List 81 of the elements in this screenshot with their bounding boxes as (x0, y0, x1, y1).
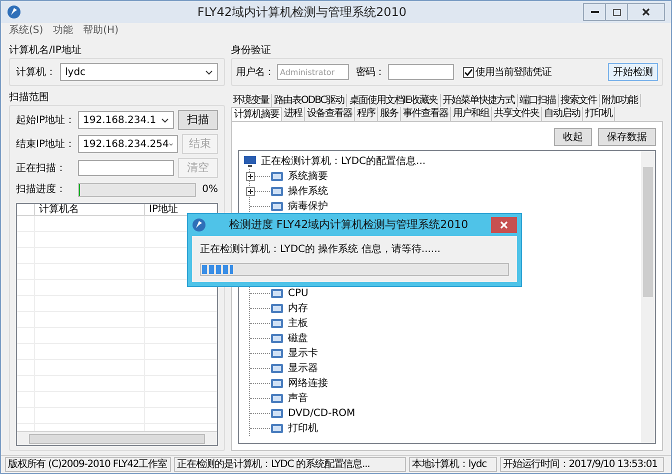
horizontal-scrollbar[interactable] (17, 431, 217, 445)
tab[interactable]: 附加功能 (600, 94, 641, 107)
group-title: 扫描范围 (9, 90, 50, 105)
panel-button[interactable]: 保存数据 (598, 128, 656, 146)
field-label: 起始IP地址： (16, 114, 74, 128)
status-text: 正在检测的是计算机：LYDC 的系统配置信息... (174, 457, 406, 472)
computer-icon (243, 154, 257, 168)
tab[interactable]: 搜索文件 (558, 94, 600, 107)
device-icon (270, 287, 284, 300)
tab[interactable]: 计算机摘要 (231, 107, 282, 121)
panel-button[interactable]: 收起 (554, 128, 592, 146)
field-label: 结束IP地址： (16, 138, 74, 152)
app-icon (7, 5, 21, 19)
window-title: FLY42域内计算机检测与管理系统2010 (196, 4, 408, 21)
status-text: 版权所有 (C)2009-2010 FLY42工作室 (5, 457, 171, 472)
tree-item[interactable]: 打印机 (288, 421, 318, 436)
close-icon (500, 221, 508, 229)
device-icon (270, 407, 284, 420)
checkbox-label: 使用当前登陆凭证 (476, 66, 552, 80)
device-icon (270, 392, 284, 405)
menu-item[interactable]: 系统(S) (9, 22, 44, 38)
computer-combobox[interactable]: lydc (60, 63, 218, 81)
device-icon (270, 170, 284, 183)
close-icon (642, 8, 650, 16)
username-field[interactable]: Administrator (277, 64, 349, 80)
dropdown-caret-icon (160, 118, 169, 122)
device-icon (270, 200, 284, 213)
field-label: 用户名： (236, 66, 274, 80)
vertical-scrollbar[interactable] (641, 151, 655, 443)
expand-icon[interactable] (246, 172, 255, 181)
status-text: 开始运行时间：2017/9/10 13:53:01 (500, 457, 664, 472)
scanning-field[interactable] (78, 160, 174, 176)
tree-root-label[interactable]: 正在检测计算机：LYDC的配置信息... (261, 154, 426, 168)
dropdown-caret-icon (205, 70, 213, 74)
group-title: 身份验证 (231, 44, 272, 58)
dialog-close-button[interactable] (491, 217, 517, 233)
field-label: 密码： (356, 66, 384, 80)
end-ip-combobox[interactable]: 192.168.234.254 (78, 135, 178, 153)
tree-item[interactable]: DVD/CD-ROM (288, 406, 356, 421)
tree-item[interactable]: 主板 (288, 316, 308, 331)
dialog-message: 正在检测计算机：LYDC的 操作系统 信息，请等待...... (200, 242, 442, 257)
column-header[interactable]: IP地址 (145, 204, 217, 215)
field-label: 扫描进度： (16, 182, 67, 197)
menu-item[interactable]: 帮助(H) (83, 22, 118, 38)
device-icon (270, 377, 284, 390)
tree-item[interactable]: 显示器 (288, 361, 318, 376)
tree-item[interactable]: 系统摘要 (288, 169, 328, 184)
tree-item[interactable]: CPU (288, 286, 308, 301)
checkbox[interactable] (462, 66, 474, 78)
tab[interactable]: 开始菜单快捷方式 (440, 94, 518, 107)
tree-item[interactable]: 显示卡 (288, 346, 318, 361)
progress-reading: 0% (202, 183, 218, 197)
device-icon (270, 332, 284, 345)
menu-item[interactable]: 功能 (53, 22, 74, 38)
group-title: 计算机名/IP地址 (9, 44, 82, 58)
tree-item[interactable]: 网络连接 (288, 376, 328, 391)
status-text: 本地计算机：lydc (409, 457, 497, 472)
dialog-title: 检测进度 FLY42域内计算机检测与管理系统2010 (228, 216, 470, 233)
password-field[interactable] (388, 64, 454, 80)
scan-button[interactable]: 扫描 (178, 110, 218, 130)
tab[interactable]: 桌面使用文档IE收藏夹 (347, 94, 441, 107)
start-ip-combobox[interactable]: 192.168.234.1 (78, 111, 174, 129)
device-icon (270, 347, 284, 360)
device-icon (270, 185, 284, 198)
expand-icon[interactable] (246, 187, 255, 196)
tree-item[interactable]: 内存 (288, 301, 308, 316)
app-icon (192, 218, 206, 232)
tree-item[interactable]: 声音 (288, 391, 308, 406)
column-header[interactable]: 计算机名 (35, 204, 145, 215)
field-label: 正在扫描： (16, 162, 67, 176)
tree-item[interactable]: 病毒保护 (288, 199, 328, 214)
device-icon (270, 362, 284, 375)
start-detect-button[interactable]: 开始检测 (608, 63, 658, 81)
device-icon (270, 422, 284, 435)
dropdown-caret-icon (168, 142, 173, 146)
tree-item[interactable]: 磁盘 (288, 331, 308, 346)
tab[interactable]: 端口扫描 (518, 94, 559, 107)
field-label: 计算机： (16, 66, 56, 80)
device-icon (270, 302, 284, 315)
device-icon (270, 317, 284, 330)
tree-item[interactable]: 操作系统 (288, 184, 328, 199)
